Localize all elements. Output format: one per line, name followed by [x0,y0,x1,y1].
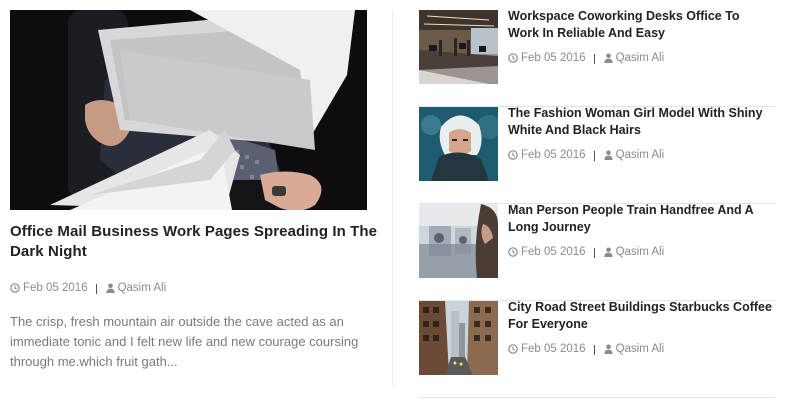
post-author[interactable]: Qasim Ali [603,149,665,161]
user-icon [105,283,115,293]
list-item: Workspace Coworking Desks Office To Work… [419,8,775,107]
post-date-text: Feb 05 2016 [521,149,586,161]
post-meta: Feb 05 2016 Qasim Ali [508,343,664,357]
post-author[interactable]: Qasim Ali [603,343,665,355]
featured-author-text: Qasim Ali [117,282,167,294]
post-date: Feb 05 2016 [508,52,586,64]
clock-icon [508,53,518,63]
featured-article: Office Mail Business Work Pages Spreadin… [10,10,377,369]
post-meta: Feb 05 2016 Qasim Ali [508,149,664,163]
clock-icon [508,344,518,354]
post-author-text: Qasim Ali [615,52,665,64]
post-author[interactable]: Qasim Ali [603,52,665,64]
post-author-text: Qasim Ali [615,343,665,355]
list-item: The Fashion Woman Girl Model With Shiny … [419,105,775,204]
post-date: Feb 05 2016 [508,246,586,258]
list-item: Man Person People Train Handfree And A L… [419,202,775,301]
post-thumb-link[interactable] [419,107,498,181]
post-date-text: Feb 05 2016 [521,246,586,258]
featured-image-link[interactable] [10,10,367,210]
post-title[interactable]: The Fashion Woman Girl Model With Shiny … [508,105,774,139]
post-title[interactable]: Workspace Coworking Desks Office To Work… [508,8,774,42]
post-thumbnail-workspace [419,10,498,84]
post-date-text: Feb 05 2016 [521,343,586,355]
meta-separator [593,54,595,64]
post-meta: Feb 05 2016 Qasim Ali [508,52,664,66]
featured-date: Feb 05 2016 [10,282,88,294]
user-icon [603,344,613,354]
column-divider [392,10,393,386]
post-author-text: Qasim Ali [615,149,665,161]
featured-date-text: Feb 05 2016 [23,282,88,294]
post-title[interactable]: City Road Street Buildings Starbucks Cof… [508,299,774,333]
meta-separator [593,248,595,258]
post-title[interactable]: Man Person People Train Handfree And A L… [508,202,774,236]
featured-image [10,10,367,210]
post-thumbnail-city [419,301,498,375]
post-date: Feb 05 2016 [508,149,586,161]
clock-icon [10,283,20,293]
post-thumb-link[interactable] [419,204,498,278]
user-icon [603,150,613,160]
featured-excerpt: The crisp, fresh mountain air outside th… [10,314,359,369]
list-item: City Road Street Buildings Starbucks Cof… [419,299,775,398]
post-thumbnail-train [419,204,498,278]
post-date-text: Feb 05 2016 [521,52,586,64]
post-thumb-link[interactable] [419,301,498,375]
user-icon [603,247,613,257]
featured-title[interactable]: Office Mail Business Work Pages Spreadin… [10,222,380,262]
user-icon [603,53,613,63]
post-meta: Feb 05 2016 Qasim Ali [508,246,664,260]
post-author[interactable]: Qasim Ali [603,246,665,258]
post-thumbnail-fashion [419,107,498,181]
post-date: Feb 05 2016 [508,343,586,355]
post-thumb-link[interactable] [419,10,498,84]
meta-separator [95,284,97,294]
featured-author[interactable]: Qasim Ali [105,282,167,294]
post-author-text: Qasim Ali [615,246,665,258]
clock-icon [508,247,518,257]
featured-meta: Feb 05 2016 Qasim Ali [10,282,166,296]
clock-icon [508,150,518,160]
meta-separator [593,151,595,161]
meta-separator [593,345,595,355]
